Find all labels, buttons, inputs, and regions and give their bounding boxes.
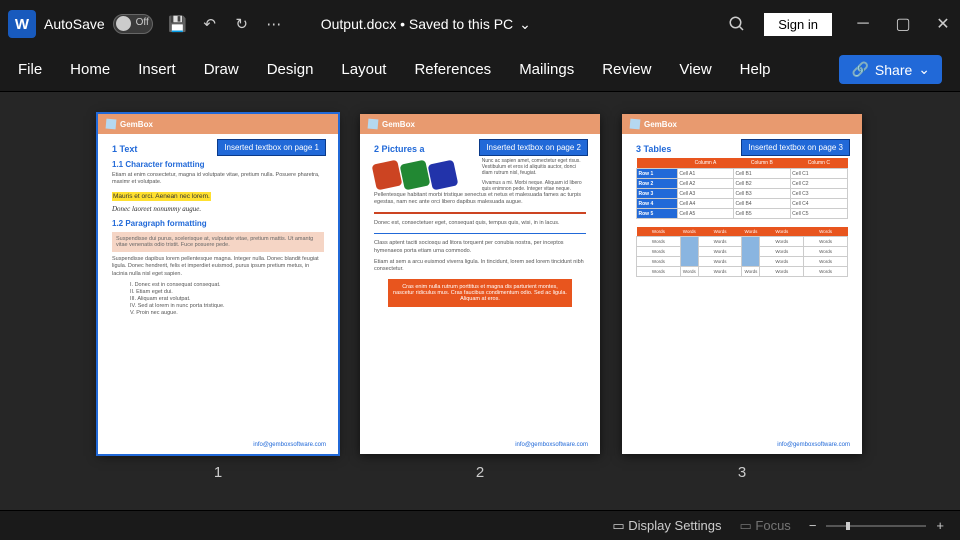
page-1[interactable]: GemBox Inserted textbox on page 1 1 Text… bbox=[98, 114, 338, 454]
undo-icon[interactable]: ↶ bbox=[201, 15, 219, 33]
redo-icon[interactable]: ↻ bbox=[233, 15, 251, 33]
page-number: 1 bbox=[214, 464, 222, 481]
search-icon[interactable] bbox=[728, 15, 746, 33]
titlebar: W AutoSave Off 💾 ↶ ↻ ⋯ Output.docx • Sav… bbox=[0, 0, 960, 48]
page-header: GemBox bbox=[98, 114, 338, 134]
close-icon[interactable]: ✕ bbox=[934, 15, 952, 33]
zoom-out-icon[interactable]: − bbox=[809, 518, 817, 533]
page-3[interactable]: GemBox Inserted textbox on page 3 3 Tabl… bbox=[622, 114, 862, 454]
tab-file[interactable]: File bbox=[18, 61, 42, 78]
roman-list: I. Donec est in consequat consequat. II.… bbox=[112, 282, 324, 316]
word-app-icon: W bbox=[8, 10, 36, 38]
dice-image bbox=[374, 162, 476, 188]
highlighted-text: Mauris et orci. Aenean nec lorem. bbox=[112, 192, 211, 201]
quick-access-toolbar: 💾 ↶ ↻ ⋯ bbox=[169, 15, 283, 33]
chevron-down-icon: ⌄ bbox=[918, 61, 930, 78]
zoom-control[interactable]: − + bbox=[809, 518, 944, 533]
inserted-textbox: Inserted textbox on page 1 bbox=[217, 139, 326, 156]
tab-help[interactable]: Help bbox=[740, 61, 771, 78]
page-2[interactable]: GemBox Inserted textbox on page 2 2 Pict… bbox=[360, 114, 600, 454]
statusbar: ▭ Display Settings ▭ Focus − + bbox=[0, 510, 960, 540]
data-table: Column AColumn BColumn C Row 1Cell A1Cel… bbox=[636, 158, 848, 219]
tab-layout[interactable]: Layout bbox=[341, 61, 386, 78]
tab-home[interactable]: Home bbox=[70, 61, 110, 78]
toggle-state: Off bbox=[136, 17, 149, 28]
body-text: Pellentesque habitant morbi tristique se… bbox=[374, 192, 586, 206]
focus-button[interactable]: ▭ Focus bbox=[740, 518, 791, 534]
save-icon[interactable]: 💾 bbox=[169, 15, 187, 33]
page-header: GemBox bbox=[622, 114, 862, 134]
brand-cube-icon bbox=[106, 119, 117, 130]
page-header: GemBox bbox=[360, 114, 600, 134]
page-number: 2 bbox=[476, 464, 484, 481]
body-text: Etiam at enim consectetur, magna id volu… bbox=[112, 172, 324, 186]
ribbon-tabs: File Home Insert Draw Design Layout Refe… bbox=[0, 48, 960, 92]
signin-button[interactable]: Sign in bbox=[764, 13, 832, 36]
zoom-in-icon[interactable]: + bbox=[936, 518, 944, 533]
display-settings-button[interactable]: ▭ Display Settings bbox=[612, 518, 721, 534]
brand-cube-icon bbox=[630, 119, 641, 130]
red-divider bbox=[374, 212, 586, 214]
cursive-text: Donec laoreet nonummy augue. bbox=[112, 205, 324, 213]
tab-design[interactable]: Design bbox=[267, 61, 314, 78]
page-footer: info@gemboxsoftware.com bbox=[253, 442, 326, 448]
tab-mailings[interactable]: Mailings bbox=[519, 61, 574, 78]
minimize-icon[interactable]: ─ bbox=[854, 15, 872, 33]
chevron-down-icon: ⌄ bbox=[519, 16, 531, 33]
blue-divider bbox=[374, 233, 586, 235]
autosave-control[interactable]: AutoSave Off bbox=[44, 14, 153, 34]
page-thumbnail-1[interactable]: GemBox Inserted textbox on page 1 1 Text… bbox=[98, 114, 338, 481]
tab-draw[interactable]: Draw bbox=[204, 61, 239, 78]
brand-cube-icon bbox=[368, 119, 379, 130]
heading-1-2: 1.2 Paragraph formatting bbox=[112, 219, 324, 228]
shaded-paragraph: Suspendisse dui purus, scelerisque at, v… bbox=[112, 232, 324, 252]
maximize-icon[interactable]: ▢ bbox=[894, 15, 912, 33]
tab-view[interactable]: View bbox=[679, 61, 711, 78]
toggle-knob bbox=[116, 16, 131, 31]
customize-qat-icon[interactable]: ⋯ bbox=[265, 15, 283, 33]
layout-table: WordsWordsWordsWordsWordsWords WordsWord… bbox=[636, 227, 848, 277]
page-footer: info@gemboxsoftware.com bbox=[777, 442, 850, 448]
document-title[interactable]: Output.docx • Saved to this PC ⌄ bbox=[321, 16, 531, 33]
inserted-textbox: Inserted textbox on page 3 bbox=[741, 139, 850, 156]
tab-review[interactable]: Review bbox=[602, 61, 651, 78]
page-footer: info@gemboxsoftware.com bbox=[515, 442, 588, 448]
page-thumbnail-2[interactable]: GemBox Inserted textbox on page 2 2 Pict… bbox=[360, 114, 600, 481]
page-thumbnails-view: GemBox Inserted textbox on page 1 1 Text… bbox=[0, 92, 960, 510]
tab-insert[interactable]: Insert bbox=[138, 61, 176, 78]
body-text: Suspendisse dapibus lorem pellentesque m… bbox=[112, 256, 324, 277]
zoom-slider[interactable] bbox=[826, 525, 926, 527]
share-button[interactable]: 🔗 Share ⌄ bbox=[839, 55, 942, 84]
share-icon: 🔗 bbox=[851, 61, 868, 78]
autosave-label: AutoSave bbox=[44, 16, 105, 32]
inserted-textbox: Inserted textbox on page 2 bbox=[479, 139, 588, 156]
heading-1-1: 1.1 Character formatting bbox=[112, 160, 324, 169]
tab-references[interactable]: References bbox=[414, 61, 491, 78]
page-thumbnail-3[interactable]: GemBox Inserted textbox on page 3 3 Tabl… bbox=[622, 114, 862, 481]
page-number: 3 bbox=[738, 464, 746, 481]
autosave-toggle[interactable]: Off bbox=[113, 14, 153, 34]
orange-callout: Cras enim nulla rutrum porttitus et magn… bbox=[388, 279, 572, 307]
